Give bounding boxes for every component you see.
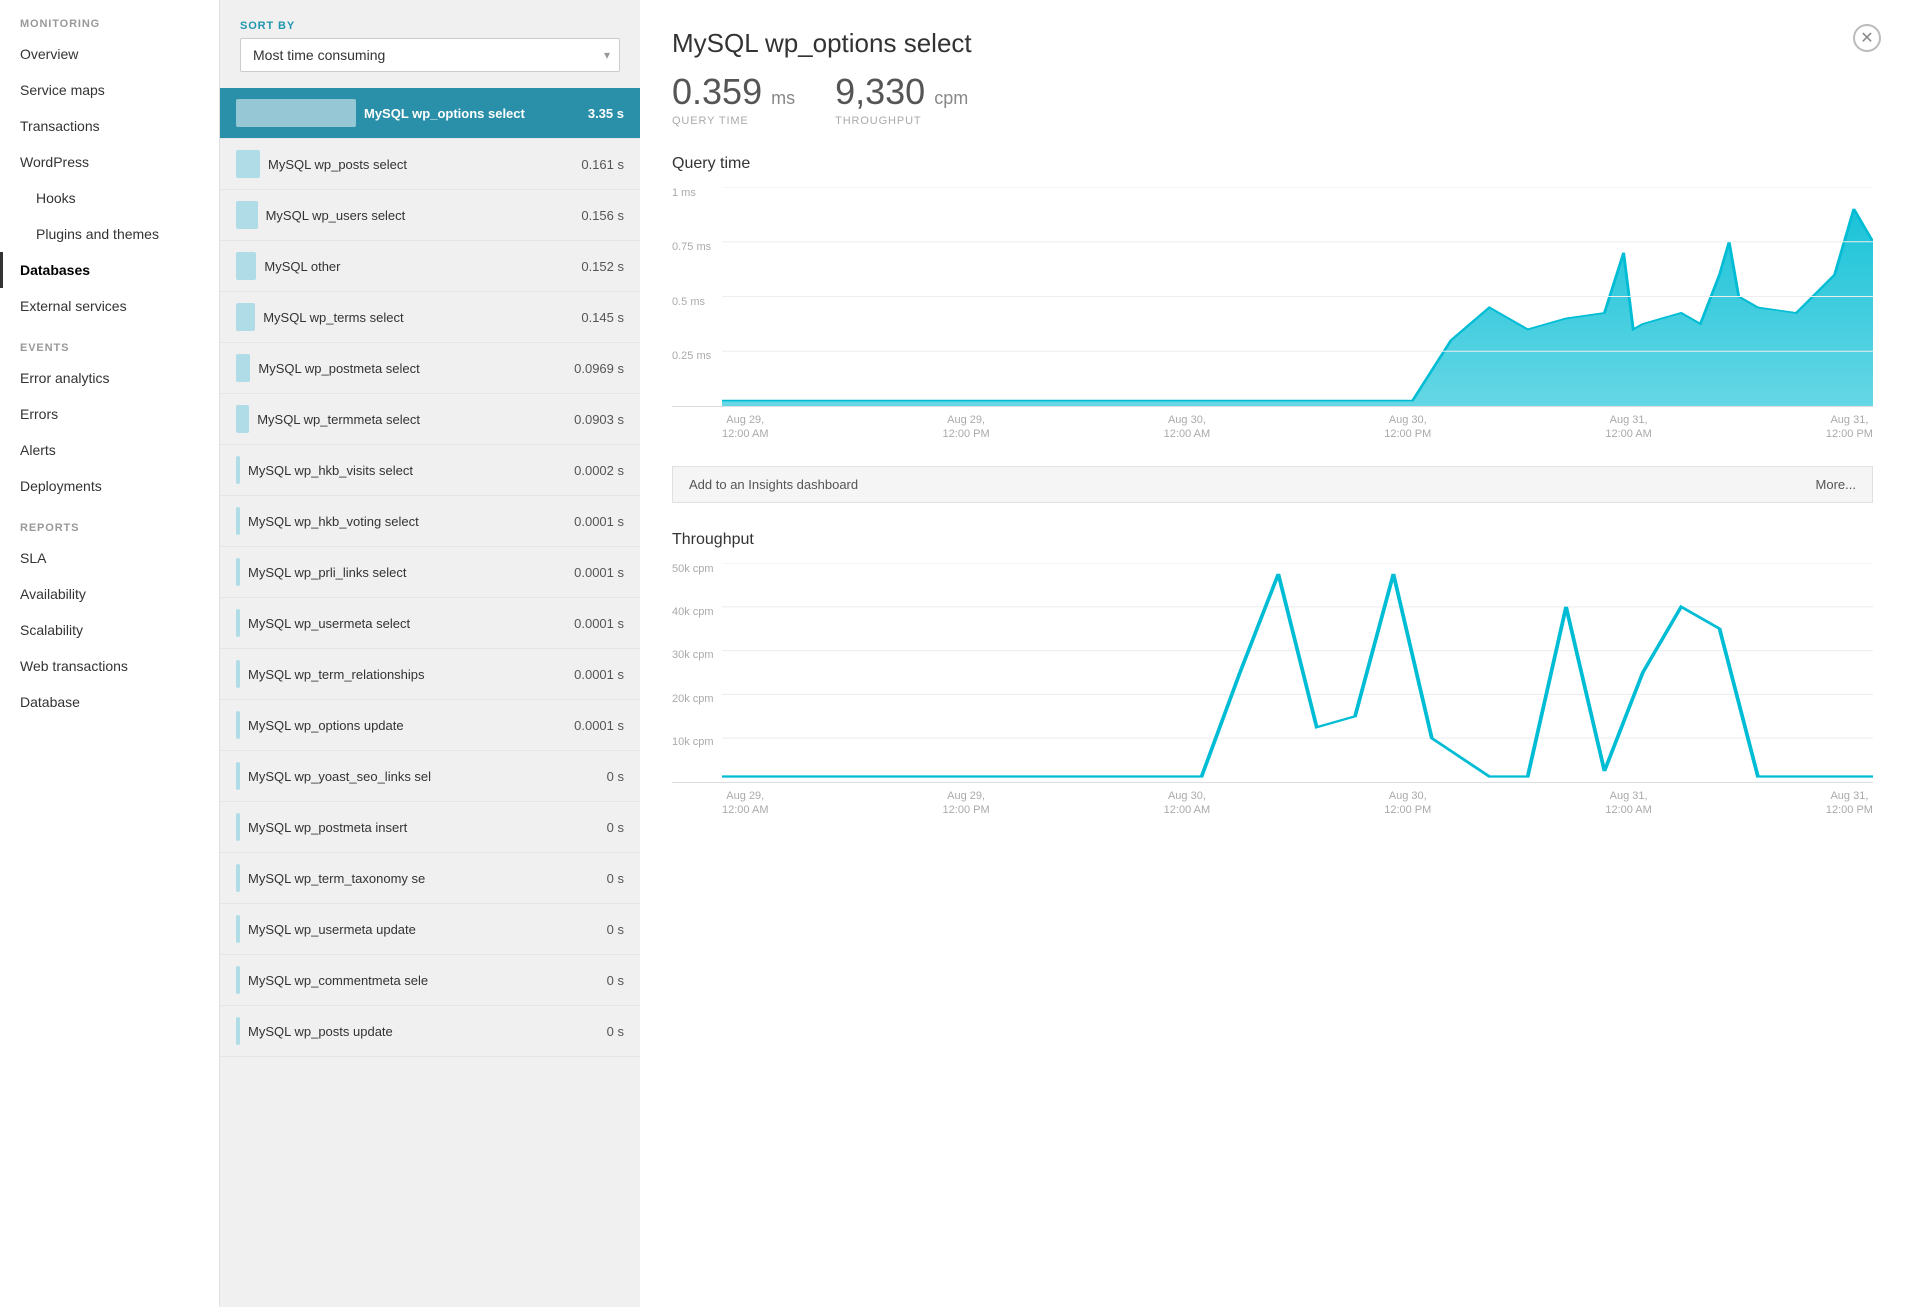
list-item[interactable]: MySQL wp_prli_links select0.0001 s [220,547,640,598]
sidebar-item-deployments[interactable]: Deployments [0,468,219,504]
throughput-y-labels: 50k cpm40k cpm30k cpm20k cpm10k cpm [672,563,714,782]
query-time-value: 0.359 ms [672,71,795,113]
sidebar-section-events: EVENTS [0,324,219,360]
sidebar-item-service-maps[interactable]: Service maps [0,72,219,108]
throughput-chart-section: Throughput 50k cpm40k cpm30k cpm20k cpm1… [672,531,1873,818]
sidebar-item-alerts[interactable]: Alerts [0,432,219,468]
sort-bar: SORT BY Most time consuming ▾ [220,20,640,88]
list-item[interactable]: MySQL wp_usermeta select0.0001 s [220,598,640,649]
sidebar-item-error-analytics[interactable]: Error analytics [0,360,219,396]
sidebar-item-errors[interactable]: Errors [0,396,219,432]
sort-select-wrapper: Most time consuming ▾ [240,38,620,72]
query-time-metric: 0.359 ms QUERY TIME [672,71,795,127]
sidebar-item-sla[interactable]: SLA [0,540,219,576]
list-item[interactable]: MySQL wp_term_relationships0.0001 s [220,649,640,700]
list-item[interactable]: MySQL wp_usermeta update0 s [220,904,640,955]
throughput-chart-area: 50k cpm40k cpm30k cpm20k cpm10k cpm [672,563,1873,783]
sidebar-section-monitoring: MONITORING [0,0,219,36]
list-item[interactable]: MySQL wp_posts select0.161 s [220,139,640,190]
list-item[interactable]: MySQL wp_postmeta insert0 s [220,802,640,853]
list-item[interactable]: MySQL wp_commentmeta sele0 s [220,955,640,1006]
insight-bar: Add to an Insights dashboard More... [672,466,1873,503]
throughput-label: THROUGHPUT [835,115,968,127]
sidebar-item-availability[interactable]: Availability [0,576,219,612]
query-y-labels: 1 ms0.75 ms0.5 ms0.25 ms [672,187,711,406]
throughput-unit: cpm [929,88,968,108]
query-chart-title: Query time [672,155,1873,173]
query-time-number: 0.359 [672,71,762,112]
sidebar-item-databases[interactable]: Databases [0,252,219,288]
throughput-chart-title: Throughput [672,531,1873,549]
query-time-chart-section: Query time 1 ms0.75 ms0.5 ms0.25 ms [672,155,1873,442]
list-item[interactable]: MySQL wp_posts update0 s [220,1006,640,1057]
sidebar-item-web-transactions[interactable]: Web transactions [0,648,219,684]
list-item[interactable]: MySQL wp_postmeta select0.0969 s [220,343,640,394]
throughput-value: 9,330 cpm [835,71,968,113]
insight-label: Add to an Insights dashboard [689,477,858,492]
query-time-label: QUERY TIME [672,115,795,127]
sort-select[interactable]: Most time consuming [240,38,620,72]
throughput-chart-svg [722,563,1873,782]
list-item[interactable]: MySQL wp_terms select0.145 s [220,292,640,343]
list-item[interactable]: MySQL wp_users select0.156 s [220,190,640,241]
list-item[interactable]: MySQL wp_yoast_seo_links sel0 s [220,751,640,802]
sidebar-item-external-services[interactable]: External services [0,288,219,324]
list-panel: SORT BY Most time consuming ▾ MySQL wp_o… [220,0,640,1307]
query-chart-svg [722,187,1873,406]
sidebar-item-overview[interactable]: Overview [0,36,219,72]
list-item[interactable]: MySQL wp_options select3.35 s [220,88,640,139]
sidebar-item-scalability[interactable]: Scalability [0,612,219,648]
more-link[interactable]: More... [1816,477,1856,492]
sidebar-item-hooks[interactable]: Hooks [0,180,219,216]
list-item[interactable]: MySQL wp_options update0.0001 s [220,700,640,751]
database-list: MySQL wp_options select3.35 sMySQL wp_po… [220,88,640,1057]
list-item[interactable]: MySQL wp_termmeta select0.0903 s [220,394,640,445]
sort-label: SORT BY [240,20,620,32]
list-item[interactable]: MySQL wp_hkb_voting select0.0001 s [220,496,640,547]
close-button[interactable]: ✕ [1853,24,1881,52]
sidebar: MONITORINGOverviewService mapsTransactio… [0,0,220,1307]
query-chart-area: 1 ms0.75 ms0.5 ms0.25 ms [672,187,1873,407]
sidebar-item-wordpress[interactable]: WordPress [0,144,219,180]
detail-metrics: 0.359 ms QUERY TIME 9,330 cpm THROUGHPUT [672,71,1873,127]
detail-panel: ✕ MySQL wp_options select 0.359 ms QUERY… [640,0,1905,1307]
list-item[interactable]: MySQL wp_hkb_visits select0.0002 s [220,445,640,496]
query-x-labels: Aug 29,12:00 AMAug 29,12:00 PMAug 30,12:… [672,413,1873,442]
sidebar-item-database[interactable]: Database [0,684,219,720]
query-time-unit: ms [766,88,795,108]
sidebar-item-plugins-themes[interactable]: Plugins and themes [0,216,219,252]
list-item[interactable]: MySQL wp_term_taxonomy se0 s [220,853,640,904]
throughput-number: 9,330 [835,71,925,112]
tp-x-labels: Aug 29,12:00 AMAug 29,12:00 PMAug 30,12:… [672,789,1873,818]
sidebar-item-transactions[interactable]: Transactions [0,108,219,144]
list-item[interactable]: MySQL other0.152 s [220,241,640,292]
throughput-metric: 9,330 cpm THROUGHPUT [835,71,968,127]
detail-title: MySQL wp_options select [672,28,1873,59]
sidebar-section-reports: REPORTS [0,504,219,540]
